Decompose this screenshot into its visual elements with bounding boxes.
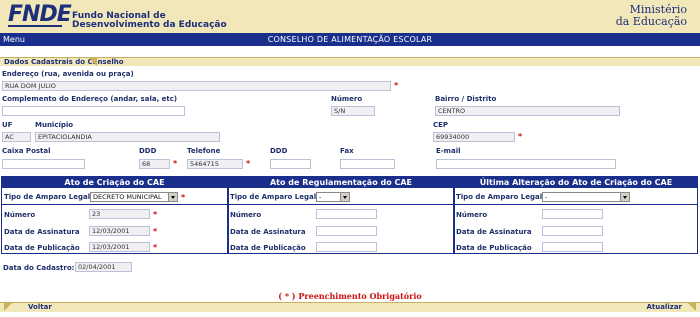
menu-link[interactable]: Menu — [3, 35, 25, 44]
ultima-alteracao-title: Última Alteração do Ato de Criação do CA… — [455, 177, 697, 188]
required-star: * — [181, 193, 186, 202]
ministry-line2: da Educação — [615, 15, 687, 28]
ddd-fax-input[interactable] — [270, 159, 311, 169]
tipo-amparo-select[interactable]: - — [316, 192, 350, 202]
bairro-input[interactable]: CENTRO — [435, 106, 620, 116]
endereco-label: Endereço (rua, avenida ou praça) — [2, 70, 134, 78]
complemento-label: Complemento do Endereço (andar, sala, et… — [2, 95, 178, 103]
municipio-input[interactable]: EPITACIOLANDIA — [35, 132, 220, 142]
fax-label: Fax — [340, 147, 354, 155]
tipo-amparo-value: - — [545, 193, 548, 201]
tipo-amparo-select[interactable]: - — [542, 192, 630, 202]
numero-ato-input[interactable]: 23 — [89, 209, 150, 219]
required-note-text: Preenchimento Obrigatório — [298, 291, 422, 301]
caixa-postal-label: Caixa Postal — [2, 147, 51, 155]
numero-input[interactable]: S/N — [331, 106, 375, 116]
ddd-fax-label: DDD — [270, 147, 288, 155]
uf-label: UF — [2, 121, 13, 129]
tipo-amparo-value: DECRETO MUNICIPAL — [93, 193, 162, 201]
cep-input[interactable]: 69934000 — [433, 132, 515, 142]
tipo-amparo-value: - — [319, 193, 322, 201]
required-star: * — [153, 210, 158, 219]
telefone-input[interactable]: 5464715 — [187, 159, 243, 169]
data-assinatura-input[interactable] — [542, 226, 603, 236]
org-name-line2: Desenvolvimento da Educação — [72, 20, 227, 30]
data-publicacao-label: Data de Publicação — [456, 244, 532, 252]
numero-ato-input[interactable] — [542, 209, 603, 219]
telefone-label: Telefone — [187, 147, 221, 155]
atualizar-button[interactable]: Atualizar — [646, 303, 682, 311]
fnde-logo: FNDE — [8, 2, 72, 27]
data-assinatura-input[interactable] — [316, 226, 377, 236]
section-title: Dados Cadastrais do Conselho — [4, 58, 124, 66]
row-divider — [1, 204, 698, 205]
footer-bar: Voltar Atualizar — [0, 302, 700, 312]
data-publicacao-input[interactable] — [316, 242, 377, 252]
fax-input[interactable] — [340, 159, 395, 169]
endereco-input[interactable]: RUA DOM JULIO — [2, 81, 391, 91]
data-assinatura-label: Data de Assinatura — [456, 228, 532, 236]
numero-ato-label: Número — [456, 211, 488, 219]
data-cadastro-label: Data do Cadastro: — [3, 264, 75, 272]
complemento-input[interactable] — [2, 106, 185, 116]
email-label: E-mail — [436, 147, 461, 155]
numero-ato-label: Número — [230, 211, 262, 219]
data-assinatura-input[interactable]: 12/03/2001 — [89, 226, 150, 236]
required-star: * — [518, 132, 523, 141]
numero-ato-label: Número — [4, 211, 36, 219]
chevron-down-icon[interactable] — [620, 193, 629, 201]
uf-input[interactable]: AC — [2, 132, 31, 142]
org-name: Fundo Nacional de Desenvolvimento da Edu… — [72, 12, 227, 30]
ddd-telefone-input[interactable]: 68 — [139, 159, 170, 169]
numero-ato-input[interactable] — [316, 209, 377, 219]
ministry-name: Ministério da Educação — [616, 4, 687, 28]
tab-fold-decoration — [88, 57, 97, 66]
data-publicacao-input[interactable]: 12/03/2001 — [89, 242, 150, 252]
required-note-star: ( * ) — [278, 291, 296, 301]
chevron-down-icon[interactable] — [340, 193, 349, 201]
nav-bar: CONSELHO DE ALIMENTAÇÃO ESCOLAR Menu — [0, 33, 700, 46]
tipo-amparo-label: Tipo de Amparo Legal — [4, 193, 91, 201]
section-bar: Dados Cadastrais do Conselho — [0, 57, 700, 66]
data-publicacao-input[interactable] — [542, 242, 603, 252]
data-assinatura-label: Data de Assinatura — [4, 228, 80, 236]
required-star: * — [394, 81, 399, 90]
tipo-amparo-select[interactable]: DECRETO MUNICIPAL — [90, 192, 178, 202]
ddd-telefone-label: DDD — [139, 147, 157, 155]
numero-label: Número — [331, 95, 363, 103]
cep-label: CEP — [433, 121, 449, 129]
bairro-label: Bairro / Distrito — [435, 95, 497, 103]
ato-criacao-title: Ato de Criação do CAE — [2, 177, 227, 188]
voltar-button[interactable]: Voltar — [28, 303, 52, 311]
email-input[interactable] — [436, 159, 616, 169]
required-star: * — [173, 159, 178, 168]
data-cadastro-input[interactable]: 02/04/2001 — [75, 262, 132, 272]
logo-underline — [8, 25, 62, 27]
header-banner: FNDE Fundo Nacional de Desenvolvimento d… — [0, 0, 700, 33]
required-star: * — [246, 159, 251, 168]
required-star: * — [153, 243, 158, 252]
tab-fold-decoration — [687, 302, 696, 311]
tipo-amparo-label: Tipo de Amparo Legal — [230, 193, 317, 201]
tipo-amparo-label: Tipo de Amparo Legal — [456, 193, 543, 201]
caixa-postal-input[interactable] — [2, 159, 85, 169]
chevron-down-icon[interactable] — [168, 193, 177, 201]
data-publicacao-label: Data de Publicação — [4, 244, 80, 252]
page-title: CONSELHO DE ALIMENTAÇÃO ESCOLAR — [267, 35, 433, 44]
required-note: ( * ) Preenchimento Obrigatório — [0, 291, 700, 301]
required-star: * — [153, 227, 158, 236]
data-assinatura-label: Data de Assinatura — [230, 228, 306, 236]
data-publicacao-label: Data de Publicação — [230, 244, 306, 252]
municipio-label: Município — [35, 121, 74, 129]
tab-fold-decoration — [4, 302, 13, 311]
ato-regulamentacao-title: Ato de Regulamentação do CAE — [229, 177, 453, 188]
